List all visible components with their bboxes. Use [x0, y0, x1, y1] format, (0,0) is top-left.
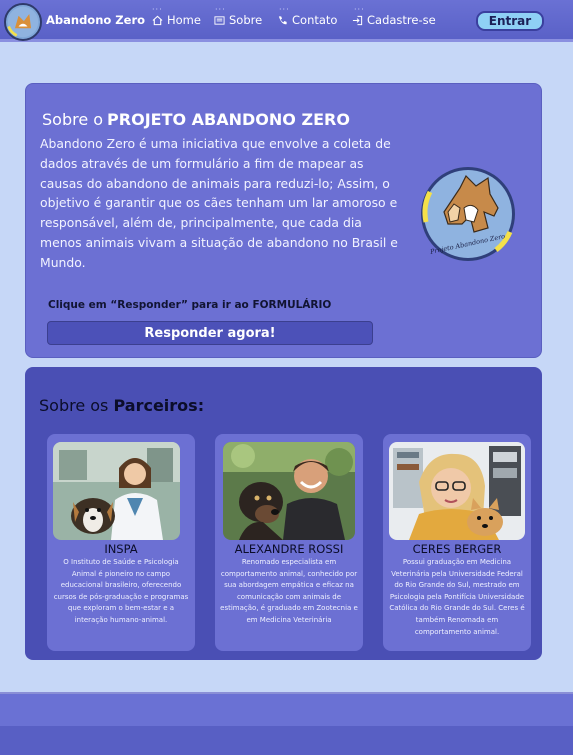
nav-link-contato[interactable]: Contato: [277, 13, 337, 27]
nav-link-cadastre[interactable]: Cadastre-se: [352, 13, 436, 27]
nav-link-label: Cadastre-se: [367, 13, 436, 27]
about-section: Sobre o PROJETO ABANDONO ZERO Abandono Ze…: [25, 83, 542, 358]
login-button[interactable]: Entrar: [476, 11, 544, 31]
partner-card-alexandre-rossi: ALEXANDRE ROSSI Renomado especialista em…: [215, 434, 363, 651]
footer: [0, 694, 573, 755]
nav-link-label: Sobre: [229, 13, 263, 27]
about-title-prefix: Sobre o: [42, 110, 104, 129]
home-icon: [152, 15, 163, 25]
list-icon: [214, 15, 225, 25]
respond-now-button[interactable]: Responder agora!: [47, 321, 373, 345]
about-title-strong: PROJETO ABANDONO ZERO: [107, 110, 350, 129]
brand-logo[interactable]: [4, 3, 42, 41]
navbar: Abandono Zero ··· Home ··· Sobre ··· Con…: [0, 0, 573, 42]
login-icon: [352, 15, 363, 25]
nav-link-home[interactable]: Home: [152, 13, 201, 27]
nav-link-sobre[interactable]: Sobre: [214, 13, 262, 27]
partners-title-prefix: Sobre os: [39, 396, 109, 415]
cta-hint-text: Clique em “Responder” para ir ao: [48, 299, 249, 311]
partner-description: O Instituto de Saúde e Psicologia Animal…: [53, 558, 189, 624]
partner-photo: [389, 442, 525, 540]
project-logo: Projeto Abandono Zero: [418, 164, 518, 264]
partners-title: Sobre os Parceiros:: [39, 396, 204, 415]
partner-description: Renomado especialista em comportamento a…: [220, 558, 358, 624]
brand-name[interactable]: Abandono Zero: [46, 13, 145, 27]
partner-card-ceres-berger: CERES BERGER Possui graduação em Medicin…: [383, 434, 531, 651]
about-description: Abandono Zero é uma iniciativa que envol…: [40, 136, 398, 270]
partner-name: ALEXANDRE ROSSI: [234, 542, 344, 556]
partner-name: INSPA: [104, 542, 138, 556]
partner-name: CERES BERGER: [412, 542, 502, 556]
about-title: Sobre o PROJETO ABANDONO ZERO: [42, 110, 350, 129]
partner-photo: [53, 442, 180, 540]
nav-link-label: Home: [167, 13, 201, 27]
cta-hint-strong: FORMULÁRIO: [252, 299, 332, 311]
cta-hint: Clique em “Responder” para ir ao FORMULÁ…: [48, 299, 331, 311]
partners-title-strong: Parceiros:: [113, 396, 205, 415]
partner-description: Possui graduação em Medicina Veterinária…: [389, 558, 525, 636]
partner-photo: [223, 442, 355, 540]
phone-icon: [278, 15, 287, 24]
partner-card-inspa: INSPA O Instituto de Saúde e Psicologia …: [47, 434, 195, 651]
nav-link-label: Contato: [292, 13, 338, 27]
partners-section: Sobre os Parceiros: INSPA O Instituto de…: [25, 367, 542, 660]
